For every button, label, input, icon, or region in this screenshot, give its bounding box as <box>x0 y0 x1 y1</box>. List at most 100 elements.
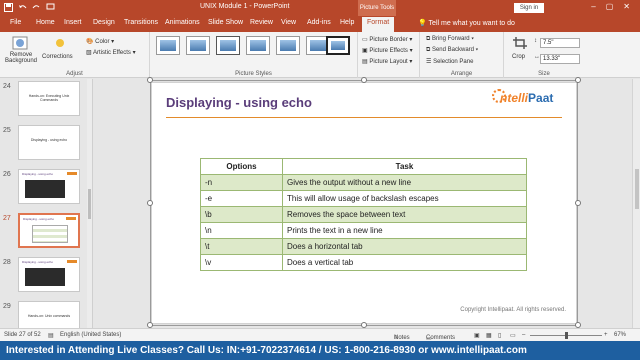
tab-help[interactable]: Help <box>340 19 354 26</box>
picture-style-7[interactable] <box>326 36 350 55</box>
picture-effects-button[interactable]: ▣ Picture Effects ▾ <box>362 47 413 54</box>
bring-forward-button[interactable]: ⧉ Bring Forward ▾ <box>426 36 474 43</box>
send-backward-button[interactable]: ⧉ Send Backward ▾ <box>426 47 478 54</box>
normal-view-icon[interactable]: ▣ <box>474 332 480 339</box>
option-cell: \v <box>200 254 283 271</box>
zoom-out-icon[interactable]: – <box>522 332 525 338</box>
picture-effects-label: Picture Effects <box>369 48 408 54</box>
logo-part-2: Paat <box>528 91 554 105</box>
zoom-level[interactable]: 67% <box>614 332 626 338</box>
zoom-slider-knob[interactable] <box>565 332 568 339</box>
copyright-text: Copyright Intellipaat. All rights reserv… <box>460 307 566 313</box>
tell-me-box[interactable]: 💡 Tell me what you want to do <box>418 19 515 27</box>
tab-format[interactable]: Format <box>362 17 395 32</box>
tab-view[interactable]: View <box>281 19 296 26</box>
width-field[interactable]: 13.33" <box>540 54 580 64</box>
slide-thumbnail-pane: 24 Hands-on: Executing Unix Commands 25 … <box>0 79 93 328</box>
slide-thumbnail-heading: Displaying - using echo <box>22 172 54 176</box>
tab-review[interactable]: Review <box>250 19 273 26</box>
picture-style-5[interactable] <box>276 36 300 55</box>
artistic-effects-button[interactable]: ▧ Artistic Effects ▾ <box>86 49 136 56</box>
remove-background-icon <box>12 36 28 50</box>
tab-animations[interactable]: Animations <box>165 19 200 26</box>
picture-style-1[interactable] <box>156 36 180 55</box>
color-button[interactable]: 🎨 Color ▾ <box>86 38 114 45</box>
canvas-scrollbar[interactable] <box>632 79 640 328</box>
canvas-scrollbar-thumb[interactable] <box>635 169 639 209</box>
thumbnail-logo <box>67 260 77 263</box>
tab-design[interactable]: Design <box>93 19 115 26</box>
remove-background-button[interactable]: Remove Background <box>4 52 38 64</box>
table-row: \v Does a vertical tab <box>200 254 527 271</box>
reading-view-icon[interactable]: ▯ <box>498 332 501 339</box>
arrange-group-label: Arrange <box>450 71 473 77</box>
resize-handle-top-right[interactable] <box>575 77 581 83</box>
save-icon[interactable] <box>4 3 13 12</box>
task-cell: This will allow usage of backslash escap… <box>282 190 527 207</box>
bring-forward-icon: ⧉ <box>426 36 431 42</box>
slide-thumbnail-26[interactable]: Displaying - using echo <box>18 169 80 204</box>
option-cell: \n <box>200 222 283 239</box>
echo-options-table[interactable]: Options Task -n Gives the output without … <box>200 158 527 271</box>
slide-thumbnail-29[interactable]: Hands-on: Unix commands <box>18 301 80 328</box>
picture-styles-group: Picture Styles <box>150 32 358 78</box>
promo-banner: Interested in Attending Live Classes? Ca… <box>0 341 640 360</box>
slide-thumbnail-25[interactable]: Displaying - using echo <box>18 125 80 160</box>
thumbnail-scrollbar-thumb[interactable] <box>88 189 91 219</box>
artistic-effects-icon: ▧ <box>86 50 92 56</box>
option-cell: -n <box>200 174 283 191</box>
picture-format-group: ▭ Picture Border ▾ ▣ Picture Effects ▾ ▤… <box>358 32 420 78</box>
redo-icon[interactable] <box>32 3 41 12</box>
picture-layout-button[interactable]: ▤ Picture Layout ▾ <box>362 58 412 65</box>
slide-thumbnail-27[interactable]: Displaying - using echo <box>18 213 80 248</box>
picture-layout-icon: ▤ <box>362 59 368 65</box>
zoom-in-icon[interactable]: + <box>604 332 608 338</box>
maximize-icon[interactable]: ▢ <box>606 2 614 11</box>
thumbnail-scrollbar[interactable] <box>87 79 92 328</box>
slide-thumbnail-24[interactable]: Hands-on: Executing Unix Commands <box>18 81 80 116</box>
picture-tools-context: Picture Tools <box>358 0 396 16</box>
height-icon: ↕ <box>534 38 537 44</box>
picture-style-3[interactable] <box>216 36 240 55</box>
slide-count: Slide 27 of 52 <box>4 332 41 338</box>
tab-insert[interactable]: Insert <box>64 19 82 26</box>
language-indicator[interactable]: English (United States) <box>60 332 121 338</box>
slide-number: 24 <box>3 83 11 90</box>
resize-handle-top-left[interactable] <box>147 77 153 83</box>
slide[interactable]: Displaying - using echo ntelliPaat Optio… <box>152 83 576 323</box>
picture-border-button[interactable]: ▭ Picture Border ▾ <box>362 36 412 43</box>
corrections-button[interactable]: Corrections <box>42 54 73 60</box>
thumbnail-terminal-image <box>25 180 65 198</box>
task-cell: Prints the text in a new line <box>282 222 527 239</box>
undo-icon[interactable] <box>18 3 27 12</box>
resize-handle-top[interactable] <box>361 77 367 83</box>
slide-title[interactable]: Displaying - using echo <box>166 95 312 110</box>
size-group-label: Size <box>538 71 550 77</box>
present-icon[interactable] <box>46 3 55 12</box>
tab-slide-show[interactable]: Slide Show <box>208 19 243 26</box>
picture-styles-group-label: Picture Styles <box>235 71 272 77</box>
picture-style-4[interactable] <box>246 36 270 55</box>
send-backward-label: Send Backward <box>431 47 474 53</box>
slide-number: 25 <box>3 127 11 134</box>
picture-style-2[interactable] <box>186 36 210 55</box>
tab-transitions[interactable]: Transitions <box>124 19 158 26</box>
minimize-icon[interactable]: – <box>591 2 595 11</box>
resize-handle-left[interactable] <box>147 200 153 206</box>
close-icon[interactable]: ✕ <box>623 2 630 11</box>
resize-handle-right[interactable] <box>575 200 581 206</box>
height-field[interactable]: 7.5" <box>540 38 580 48</box>
spellcheck-icon[interactable]: ▤ <box>48 332 54 339</box>
tab-file[interactable]: File <box>10 19 21 26</box>
slide-sorter-icon[interactable]: ▦ <box>486 332 492 339</box>
selection-pane-button[interactable]: ☰ Selection Pane <box>426 58 473 65</box>
arrange-group: ⧉ Bring Forward ▾ ⧉ Send Backward ▾ ☰ Se… <box>420 32 504 78</box>
artistic-effects-label: Artistic Effects <box>93 50 131 56</box>
slide-thumbnail-28[interactable]: Displaying - using echo <box>18 257 80 292</box>
tab-home[interactable]: Home <box>36 19 55 26</box>
slideshow-view-icon[interactable]: ▭ <box>510 332 516 339</box>
tab-add-ins[interactable]: Add-ins <box>307 19 331 26</box>
crop-button[interactable]: Crop <box>512 54 525 60</box>
table-header: Task <box>282 158 527 175</box>
sign-in-button[interactable]: Sign in <box>514 3 544 13</box>
